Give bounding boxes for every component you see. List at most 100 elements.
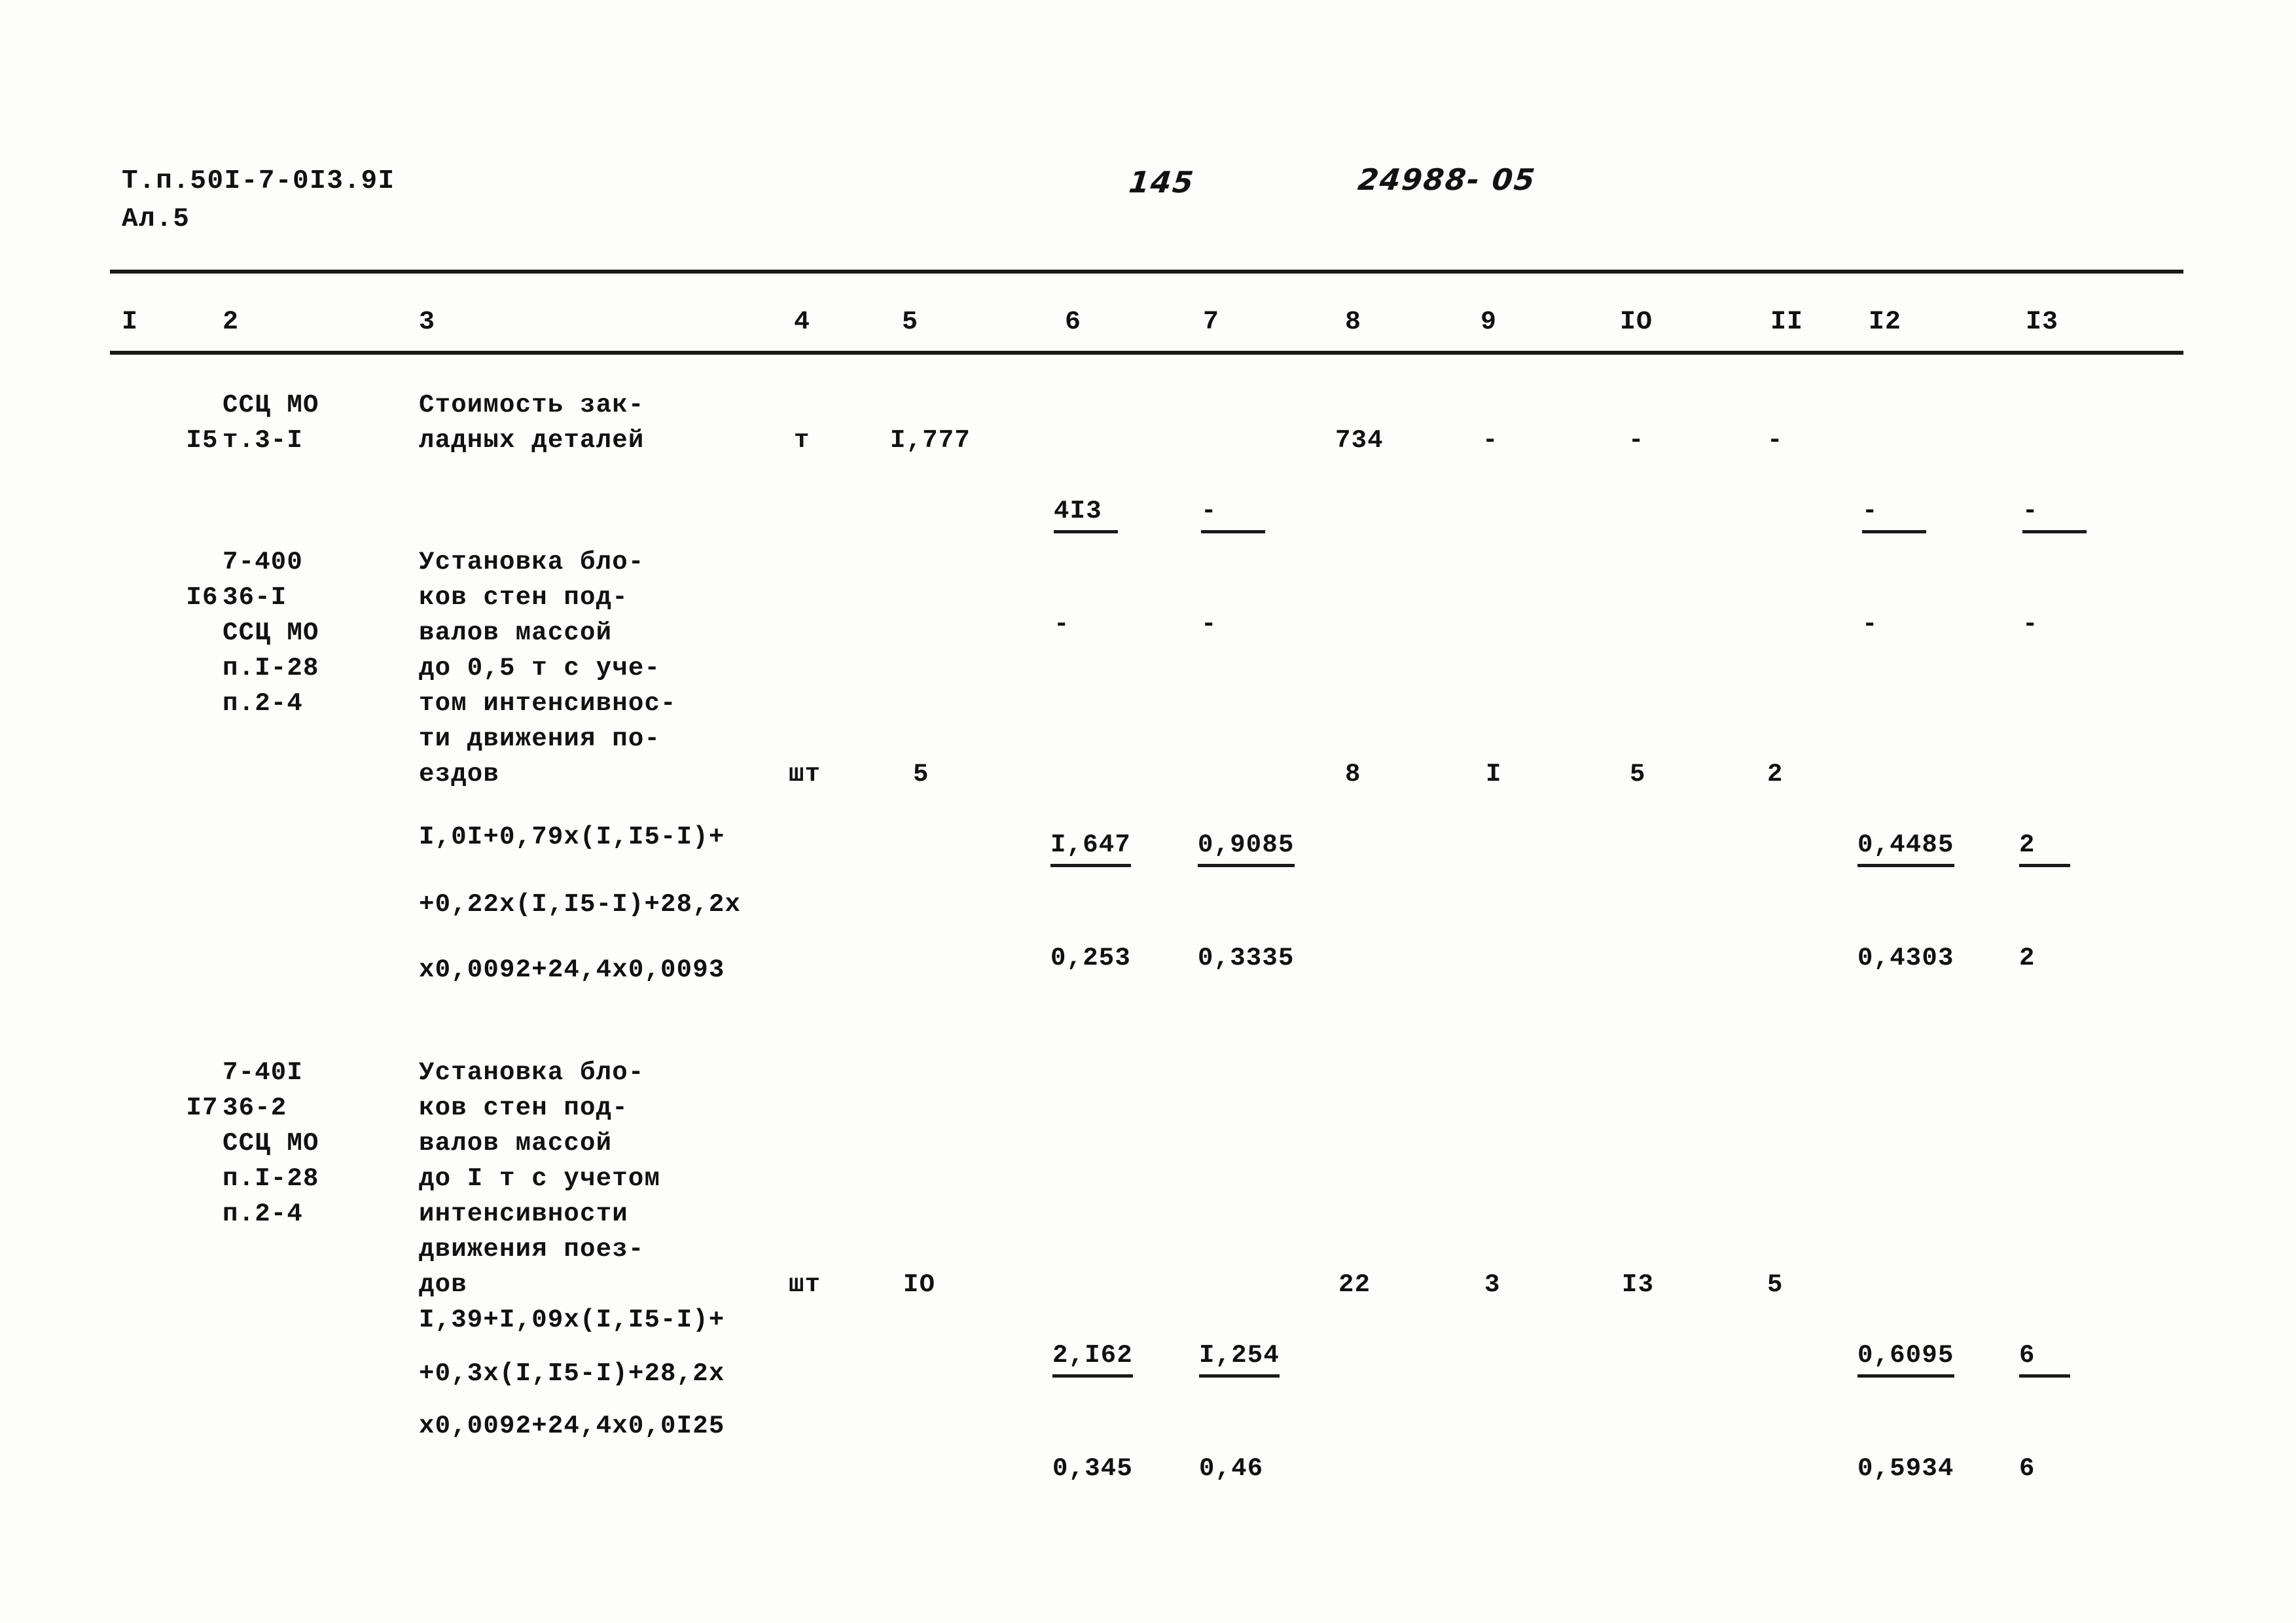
row-cell-col13: 6 6	[2019, 1267, 2070, 1557]
row-description-line: интенсивности	[419, 1200, 628, 1228]
row-cell-col9: 3	[1484, 1270, 1501, 1299]
row-code-line: п.2-4	[223, 1200, 304, 1228]
row-cell-col10: 5	[1630, 760, 1646, 789]
row-cell-col11: 5	[1767, 1270, 1784, 1299]
row-cell-col12: - -	[1862, 423, 1927, 713]
row-code-line: 7-40I	[223, 1058, 304, 1087]
row-number: I6	[186, 583, 219, 612]
table-row: I6	[122, 544, 219, 651]
row-code-line: 36-2	[223, 1094, 287, 1122]
row-formula-line: I,39+I,09x(I,I5-I)+	[419, 1306, 725, 1334]
value-numerator: -	[1201, 493, 1266, 533]
row-cell-col6: I,647 0,253	[1050, 757, 1132, 1046]
value-denominator: 0,4303	[1857, 944, 1954, 972]
row-number: I7	[186, 1094, 219, 1122]
row-cell-col9: I	[1486, 760, 1502, 789]
row-number: I5	[186, 426, 219, 455]
table-row: I5	[122, 387, 219, 493]
column-header-2: 2	[223, 308, 240, 337]
value-denominator: 2	[2019, 944, 2036, 972]
row-description-line: ладных деталей	[419, 426, 645, 455]
row-code-line: п.2-4	[223, 689, 304, 718]
row-formula-line: x0,0092+24,4x0,0I25	[419, 1412, 725, 1440]
row-description-line: движения поез-	[419, 1235, 645, 1264]
value-numerator: 0,9085	[1198, 827, 1295, 867]
document-code-line-2: Ал.5	[122, 204, 190, 234]
value-numerator: -	[2022, 493, 2087, 533]
value-numerator: 4I3	[1054, 493, 1119, 533]
value-numerator: 0,4485	[1857, 827, 1954, 867]
row-cell-col13: - -	[2022, 423, 2087, 713]
value-denominator: 0,3335	[1198, 944, 1295, 972]
row-description-line: дов	[419, 1270, 467, 1299]
row-code-line: ССЦ МО	[223, 618, 319, 647]
value-denominator: -	[2022, 610, 2039, 639]
row-code-line: ССЦ МО	[223, 391, 319, 419]
table-header-rule	[110, 351, 2183, 355]
row-cell-col12: 0,6095 0,5934	[1857, 1267, 1954, 1557]
value-denominator: -	[1054, 610, 1070, 639]
row-description-line: валов массой	[419, 1129, 613, 1158]
row-formula-line: x0,0092+24,4x0,0093	[419, 955, 725, 984]
row-cell-col7: 0,9085 0,3335	[1198, 757, 1295, 1046]
value-numerator: 0,6095	[1857, 1338, 1954, 1378]
row-cell-col13: 2 2	[2019, 757, 2070, 1046]
row-cell-col11: -	[1767, 426, 1784, 455]
row-description-line: Стоимость зак-	[419, 391, 645, 419]
row-cell-col12: 0,4485 0,4303	[1857, 757, 1954, 1046]
row-code-line: ССЦ МО	[223, 1129, 319, 1158]
row-unit: т	[794, 426, 810, 455]
value-numerator: 2	[2019, 827, 2070, 867]
row-cell-col7: - -	[1201, 423, 1266, 713]
handwritten-page-number: 145	[1127, 165, 1196, 200]
value-denominator: 0,253	[1050, 944, 1132, 972]
document-code-block: Т.п.50I-7-0I3.9I Ал.5	[122, 162, 395, 238]
table-row: I7	[122, 1055, 219, 1161]
column-header-6: 6	[1065, 308, 1082, 337]
value-denominator: 6	[2019, 1454, 2036, 1483]
row-quantity: 5	[913, 760, 929, 789]
row-description-line: ков стен под-	[419, 1094, 628, 1122]
value-denominator: 0,5934	[1857, 1454, 1954, 1483]
value-denominator: -	[1862, 610, 1878, 639]
value-denominator: 0,46	[1199, 1454, 1264, 1483]
column-header-7: 7	[1203, 308, 1220, 337]
column-header-9: 9	[1480, 308, 1498, 337]
column-header-3: 3	[419, 308, 436, 337]
row-description-line: Установка бло-	[419, 1058, 645, 1087]
row-description-line: ти движения по-	[419, 724, 661, 753]
column-header-5: 5	[902, 308, 919, 337]
column-header-12: I2	[1869, 308, 1902, 337]
row-code-line: п.I-28	[223, 1164, 319, 1193]
row-unit: шт	[789, 1270, 821, 1299]
row-cell-col11: 2	[1767, 760, 1784, 789]
row-code-line: 7-400	[223, 548, 304, 577]
row-quantity: IO	[903, 1270, 936, 1299]
value-numerator: I,647	[1050, 827, 1132, 867]
table-top-rule	[110, 270, 2183, 274]
row-formula-line: +0,3x(I,I5-I)+28,2x	[419, 1359, 725, 1388]
row-code-line: 36-I	[223, 583, 287, 612]
row-code-line: т.3-I	[223, 426, 304, 455]
row-description-line: до 0,5 т с уче-	[419, 654, 661, 683]
row-quantity: I,777	[890, 426, 971, 455]
column-header-13: I3	[2026, 308, 2059, 337]
row-cell-col6: 2,I62 0,345	[1052, 1267, 1134, 1557]
row-description-line: Установка бло-	[419, 548, 645, 577]
row-cell-col6: 4I3 -	[1054, 423, 1119, 713]
column-header-4: 4	[794, 308, 811, 337]
row-cell-col8: 22	[1338, 1270, 1371, 1299]
value-numerator: 6	[2019, 1338, 2070, 1378]
value-denominator: 0,345	[1052, 1454, 1134, 1483]
document-code-line-1: Т.п.50I-7-0I3.9I	[122, 166, 395, 196]
row-code-line: п.I-28	[223, 654, 319, 683]
row-cell-col7: I,254 0,46	[1199, 1267, 1280, 1557]
row-cell-col10: I3	[1622, 1270, 1655, 1299]
value-numerator: 2,I62	[1052, 1338, 1134, 1378]
row-description-line: ков стен под-	[419, 583, 628, 612]
column-header-8: 8	[1345, 308, 1362, 337]
row-cell-col9: -	[1482, 426, 1499, 455]
row-formula-line: I,0I+0,79x(I,I5-I)+	[419, 823, 725, 851]
column-header-10: IO	[1620, 308, 1653, 337]
value-denominator: -	[1201, 610, 1217, 639]
